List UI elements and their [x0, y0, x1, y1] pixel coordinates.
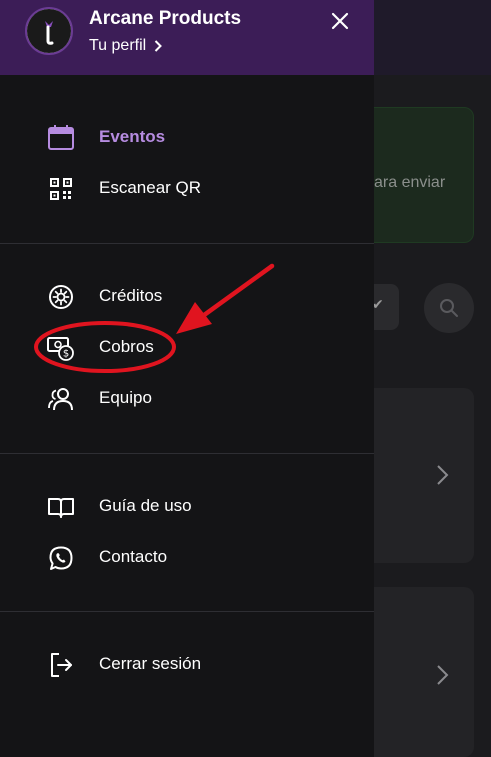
- search-icon: [440, 299, 458, 317]
- menu-item-guia-de-uso[interactable]: Guía de uso: [0, 483, 374, 529]
- section-divider: [0, 453, 374, 454]
- book-icon: [48, 498, 74, 518]
- background-search-button: [424, 283, 474, 333]
- company-avatar[interactable]: [25, 7, 73, 55]
- menu-item-eventos[interactable]: Eventos: [0, 114, 374, 160]
- team-icon: [48, 388, 73, 411]
- svg-text:$: $: [63, 349, 69, 360]
- drawer-header: Arcane Products Tu perfil: [0, 0, 374, 75]
- menu-item-equipo[interactable]: Equipo: [0, 375, 374, 421]
- menu-item-label: Guía de uso: [99, 496, 192, 515]
- chevron-right-icon: [437, 665, 449, 685]
- menu-item-label: Cobros: [99, 337, 154, 356]
- menu-item-contacto[interactable]: Contacto: [0, 534, 374, 580]
- menu-item-cerrar-sesion[interactable]: Cerrar sesión: [0, 641, 374, 687]
- menu-item-label: Créditos: [99, 286, 163, 305]
- background-notice-text: ara enviar: [374, 174, 446, 191]
- logout-icon: [51, 653, 72, 677]
- logo-icon: [27, 9, 71, 53]
- section-divider: [0, 611, 374, 612]
- menu-item-label: Escanear QR: [99, 178, 202, 197]
- menu-item-label: Eventos: [99, 127, 166, 146]
- payments-icon: $: [47, 337, 74, 361]
- calendar-icon: [48, 125, 74, 150]
- chevron-right-icon: [154, 40, 163, 52]
- credits-icon: [49, 285, 73, 309]
- profile-link-label: Tu perfil: [89, 37, 147, 54]
- section-divider: [0, 243, 374, 244]
- qr-code-icon: [50, 178, 72, 200]
- menu-item-label: Cerrar sesión: [99, 654, 202, 673]
- menu-item-cobros[interactable]: $ Cobros: [0, 324, 374, 370]
- menu-item-escanear-qr[interactable]: Escanear QR: [0, 165, 374, 211]
- navigation-drawer: Arcane Products Tu perfil Eventos Escane…: [0, 0, 374, 757]
- menu-item-label: Contacto: [99, 547, 168, 566]
- menu-item-creditos[interactable]: Créditos: [0, 273, 374, 319]
- company-name: Arcane Products: [89, 8, 242, 29]
- chevron-right-icon: [437, 465, 449, 485]
- menu-item-label: Equipo: [99, 388, 152, 407]
- profile-link[interactable]: Tu perfil: [89, 37, 163, 55]
- close-icon[interactable]: [329, 10, 351, 32]
- whatsapp-icon: [49, 546, 73, 570]
